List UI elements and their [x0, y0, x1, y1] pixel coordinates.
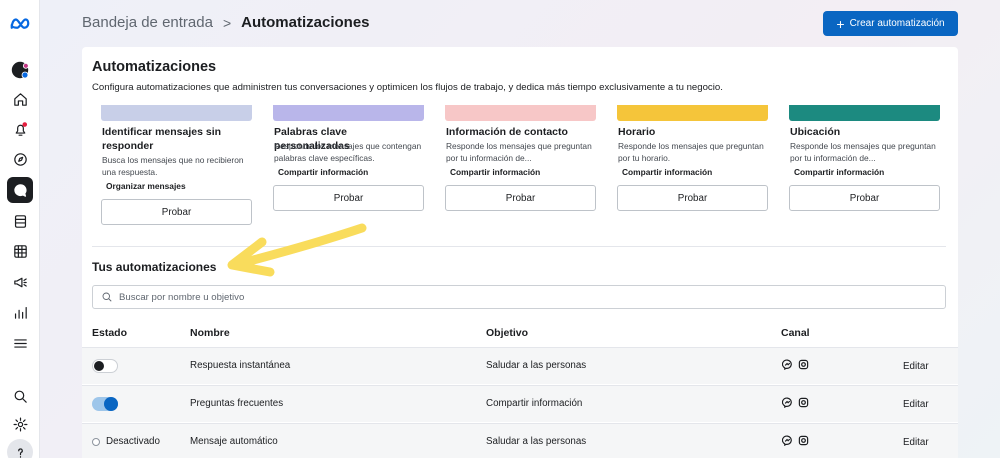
table-row: Preguntas frecuentes Compartir informaci… — [82, 385, 958, 422]
card-illustration — [273, 105, 424, 121]
search-input[interactable]: Buscar por nombre u objetivo — [92, 285, 946, 309]
suggestion-cards: Identificar mensajes sin responder Busca… — [82, 105, 958, 245]
suggestion-card: Ubicación Responde los mensajes que preg… — [789, 105, 940, 245]
instagram-icon — [798, 359, 809, 370]
card-description: Responde los mensajes que preguntan por … — [790, 141, 936, 163]
breadcrumb-inbox[interactable]: Bandeja de entrada — [82, 14, 213, 31]
card-illustration — [445, 105, 596, 121]
card-title: Identificar mensajes sin responder — [102, 126, 222, 152]
panel-description: Configura automatizaciones que administr… — [92, 82, 723, 93]
card-illustration — [101, 105, 252, 121]
card-description: Responde los mensajes que contengan pala… — [274, 141, 422, 163]
try-button[interactable]: Probar — [789, 185, 940, 211]
instagram-icon — [798, 397, 809, 408]
try-button[interactable]: Probar — [445, 185, 596, 211]
inbox-icon[interactable] — [7, 177, 33, 203]
card-tag: Organizar mensajes — [106, 181, 186, 191]
status-label: Desactivado — [106, 436, 160, 447]
insights-icon[interactable] — [7, 299, 33, 325]
card-tag: Compartir información — [278, 167, 369, 177]
search-placeholder: Buscar por nombre u objetivo — [119, 291, 245, 303]
instagram-icon — [798, 435, 809, 446]
card-illustration — [617, 105, 768, 121]
status-toggle[interactable] — [92, 397, 118, 411]
notifications-icon[interactable] — [7, 116, 33, 142]
profile-avatar-icon[interactable] — [7, 57, 33, 83]
card-tag: Compartir información — [450, 167, 541, 177]
settings-icon[interactable] — [7, 411, 33, 437]
card-title: Ubicación — [790, 126, 841, 138]
messenger-icon — [782, 435, 792, 446]
messenger-icon — [782, 397, 792, 408]
suggestion-card: Horario Responde los mensajes que pregun… — [617, 105, 768, 245]
card-description: Responde los mensajes que preguntan por … — [446, 141, 592, 163]
card-description: Busca los mensajes que no recibieron una… — [102, 155, 244, 177]
edit-button[interactable]: Editar — [903, 361, 929, 372]
automation-name: Mensaje automático — [190, 436, 278, 447]
card-description: Responde los mensajes que preguntan por … — [618, 141, 764, 163]
card-title: Horario — [618, 126, 656, 138]
home-icon[interactable] — [7, 86, 33, 112]
card-tag: Compartir información — [622, 167, 713, 177]
suggestion-card: Información de contacto Responde los men… — [445, 105, 596, 245]
channels — [782, 397, 809, 408]
edit-button[interactable]: Editar — [903, 437, 929, 448]
left-nav-rail — [0, 0, 40, 458]
edit-button[interactable]: Editar — [903, 399, 929, 410]
plus-icon: + — [836, 15, 845, 32]
card-illustration — [789, 105, 940, 121]
try-button[interactable]: Probar — [617, 185, 768, 211]
highlight-arrow-icon — [227, 223, 367, 277]
page-title: Automatizaciones — [241, 14, 370, 31]
table-header: Estado Nombre Objetivo Canal — [82, 323, 958, 347]
status-indicator — [92, 438, 100, 446]
automation-name: Preguntas frecuentes — [190, 398, 284, 409]
meta-logo-icon[interactable] — [7, 12, 33, 38]
automations-panel: Automatizaciones Configura automatizacio… — [82, 47, 958, 458]
explore-icon[interactable] — [7, 146, 33, 172]
automation-name: Respuesta instantánea — [190, 360, 291, 371]
table-row: Respuesta instantánea Saludar a las pers… — [82, 347, 958, 384]
channels — [782, 435, 809, 446]
channels — [782, 359, 809, 370]
table-row: Desactivado Mensaje automático Saludar a… — [82, 423, 958, 458]
help-icon[interactable] — [7, 439, 33, 458]
section-divider — [92, 246, 946, 247]
menu-icon[interactable] — [7, 330, 33, 356]
search-icon — [102, 292, 112, 302]
automation-goal: Saludar a las personas — [486, 436, 587, 447]
toggle-knob — [94, 361, 104, 371]
messenger-icon — [782, 359, 792, 370]
automation-goal: Compartir información — [486, 398, 583, 409]
column-status: Estado — [92, 327, 128, 339]
panel-title: Automatizaciones — [92, 59, 217, 75]
toggle-knob — [104, 397, 118, 411]
content-icon[interactable] — [7, 208, 33, 234]
card-title: Información de contacto — [446, 126, 568, 138]
planner-icon[interactable] — [7, 238, 33, 264]
status-toggle[interactable] — [92, 359, 118, 373]
try-button[interactable]: Probar — [273, 185, 424, 211]
search-icon[interactable] — [7, 383, 33, 409]
create-automation-button[interactable]: + Crear automatización — [823, 11, 958, 36]
breadcrumb: Bandeja de entrada > Automatizaciones — [82, 14, 370, 31]
card-tag: Compartir información — [794, 167, 885, 177]
create-automation-label: Crear automatización — [849, 18, 945, 29]
column-name: Nombre — [190, 327, 230, 339]
column-channel: Canal — [781, 327, 810, 339]
section-title: Tus automatizaciones — [92, 260, 217, 274]
automation-goal: Saludar a las personas — [486, 360, 587, 371]
column-goal: Objetivo — [486, 327, 529, 339]
breadcrumb-separator: > — [222, 14, 232, 31]
ads-icon[interactable] — [7, 269, 33, 295]
